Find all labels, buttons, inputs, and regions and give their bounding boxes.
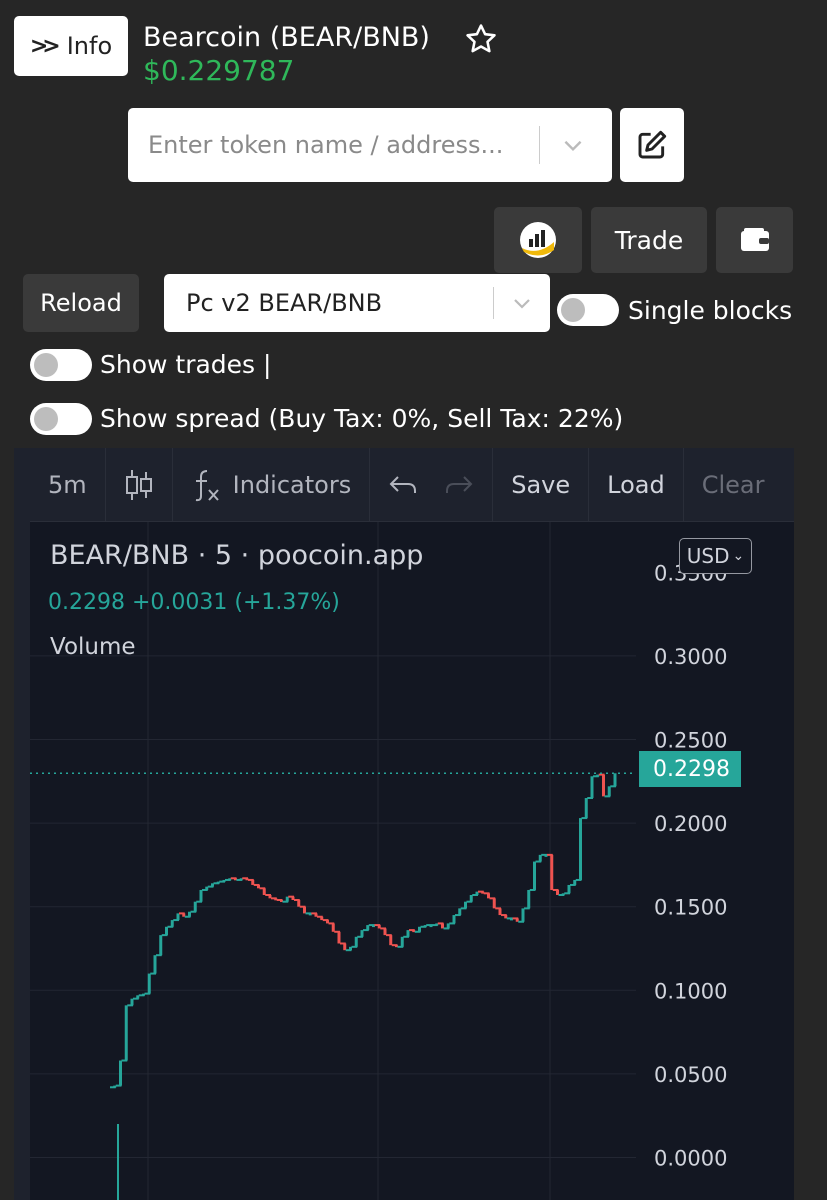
price-candle [590, 776, 594, 799]
price-candle [389, 935, 393, 946]
info-button[interactable]: >> Info [14, 16, 128, 76]
trade-button[interactable]: Trade [591, 207, 707, 273]
pair-select-value: Pc v2 BEAR/BNB [186, 289, 383, 317]
save-button[interactable]: Save [493, 448, 590, 521]
price-candle [469, 894, 473, 902]
price-candle [130, 998, 134, 1006]
y-tick-label: 0.3000 [654, 645, 727, 669]
double-chevron-right-icon: >> [29, 33, 61, 59]
chart-toolbar: 5m Indicators Save Load Clear [30, 448, 794, 522]
search-separator [539, 126, 540, 164]
poocoin-logo-button[interactable] [494, 207, 582, 273]
chart-legend-ohlc: 0.2298 +0.0031 (+1.37%) [48, 590, 340, 615]
poocoin-logo-icon [520, 222, 556, 258]
price-candle [602, 774, 605, 797]
chevron-down-icon: ⌄ [732, 548, 745, 564]
function-icon [195, 469, 219, 501]
show-trades-toggle[interactable] [30, 349, 92, 381]
price-candle [119, 1060, 122, 1086]
price-candle [337, 931, 341, 944]
y-tick-label: 0.2500 [654, 729, 727, 753]
price-candle [550, 854, 554, 890]
price-candle [521, 908, 525, 922]
token-price: $0.229787 [143, 54, 295, 87]
price-candle [147, 973, 151, 994]
single-blocks-label: Single blocks [628, 296, 793, 325]
redo-icon[interactable] [444, 473, 474, 497]
token-title: Bearcoin (BEAR/BNB) [143, 22, 430, 53]
price-candle [567, 884, 571, 894]
currency-button[interactable]: USD ⌄ [679, 538, 752, 574]
show-spread-label: Show spread (Buy Tax: 0%, Sell Tax: 22%) [100, 404, 624, 433]
price-candle [383, 928, 387, 936]
price-candle [360, 930, 364, 937]
y-tick-label: 0.2000 [654, 812, 727, 836]
price-candle [533, 861, 536, 890]
pair-select[interactable]: Pc v2 BEAR/BNB [164, 274, 550, 332]
price-candle [176, 913, 180, 921]
price-candle [538, 854, 542, 862]
price-candle [199, 889, 203, 902]
price-candle [262, 888, 266, 895]
price-candle [579, 818, 582, 880]
chevron-down-icon [514, 299, 530, 309]
indicators-label: Indicators [232, 470, 352, 499]
chart-legend-title: BEAR/BNB · 5 · poocoin.app [50, 540, 424, 571]
price-candle [464, 901, 467, 909]
undo-redo-group [370, 448, 494, 521]
y-tick-label: 0.1500 [654, 896, 727, 920]
price-candle [452, 915, 456, 924]
undo-icon[interactable] [388, 473, 418, 497]
edit-button[interactable] [620, 108, 684, 182]
single-blocks-toggle[interactable] [557, 294, 619, 326]
price-candle [498, 908, 502, 916]
edit-icon [638, 130, 667, 159]
pair-select-separator [493, 287, 494, 319]
show-spread-toggle[interactable] [30, 403, 92, 435]
price-candle [153, 955, 157, 974]
price-candle [492, 898, 496, 909]
price-candle [170, 920, 174, 927]
load-button[interactable]: Load [589, 448, 684, 521]
price-candle [406, 930, 410, 937]
tradingview-chart[interactable]: 5m Indicators Save Load Clear 0.3000 0.2… [14, 448, 794, 1200]
wallet-icon [740, 228, 769, 251]
price-candle [613, 773, 617, 787]
chart-legend-volume: Volume [50, 634, 136, 660]
token-search-box[interactable] [128, 108, 612, 182]
star-icon[interactable] [464, 22, 498, 56]
price-candle [343, 943, 347, 951]
price-candle [584, 798, 588, 819]
y-tick-label: 0.0000 [654, 1147, 727, 1171]
show-trades-label: Show trades | [100, 350, 272, 379]
y-tick-label: 0.1000 [654, 979, 727, 1003]
price-candle [607, 786, 611, 797]
chart-left-strip [14, 448, 30, 1200]
reload-button[interactable]: Reload [23, 274, 139, 332]
price-chart[interactable]: 0.3000 0.2500 0.2000 0.1500 0.1000 0.0500 0.00… [30, 522, 794, 1200]
interval-button[interactable]: 5m [30, 448, 106, 521]
candlestick-icon [125, 469, 152, 500]
indicators-button[interactable]: Indicators [173, 448, 371, 521]
price-candle [297, 900, 301, 907]
price-candle [124, 1005, 128, 1061]
currency-label: USD [686, 544, 730, 568]
clear-button[interactable]: Clear [684, 448, 783, 521]
price-candle [303, 906, 306, 914]
info-label: Info [66, 32, 113, 60]
price-candle [193, 901, 197, 912]
last-price-label: 0.2298 [639, 751, 741, 787]
chart-type-button[interactable] [106, 448, 173, 521]
wallet-button[interactable] [716, 207, 793, 273]
price-candle [527, 889, 531, 909]
price-candle [400, 936, 404, 947]
price-candle [331, 923, 335, 932]
price-candle [354, 936, 358, 947]
price-candle [165, 926, 168, 936]
price-candle [159, 935, 163, 956]
token-search-input[interactable] [128, 131, 528, 159]
chevron-down-icon[interactable] [558, 132, 588, 158]
price-candle [458, 908, 462, 916]
y-tick-label: 0.0500 [654, 1063, 727, 1087]
